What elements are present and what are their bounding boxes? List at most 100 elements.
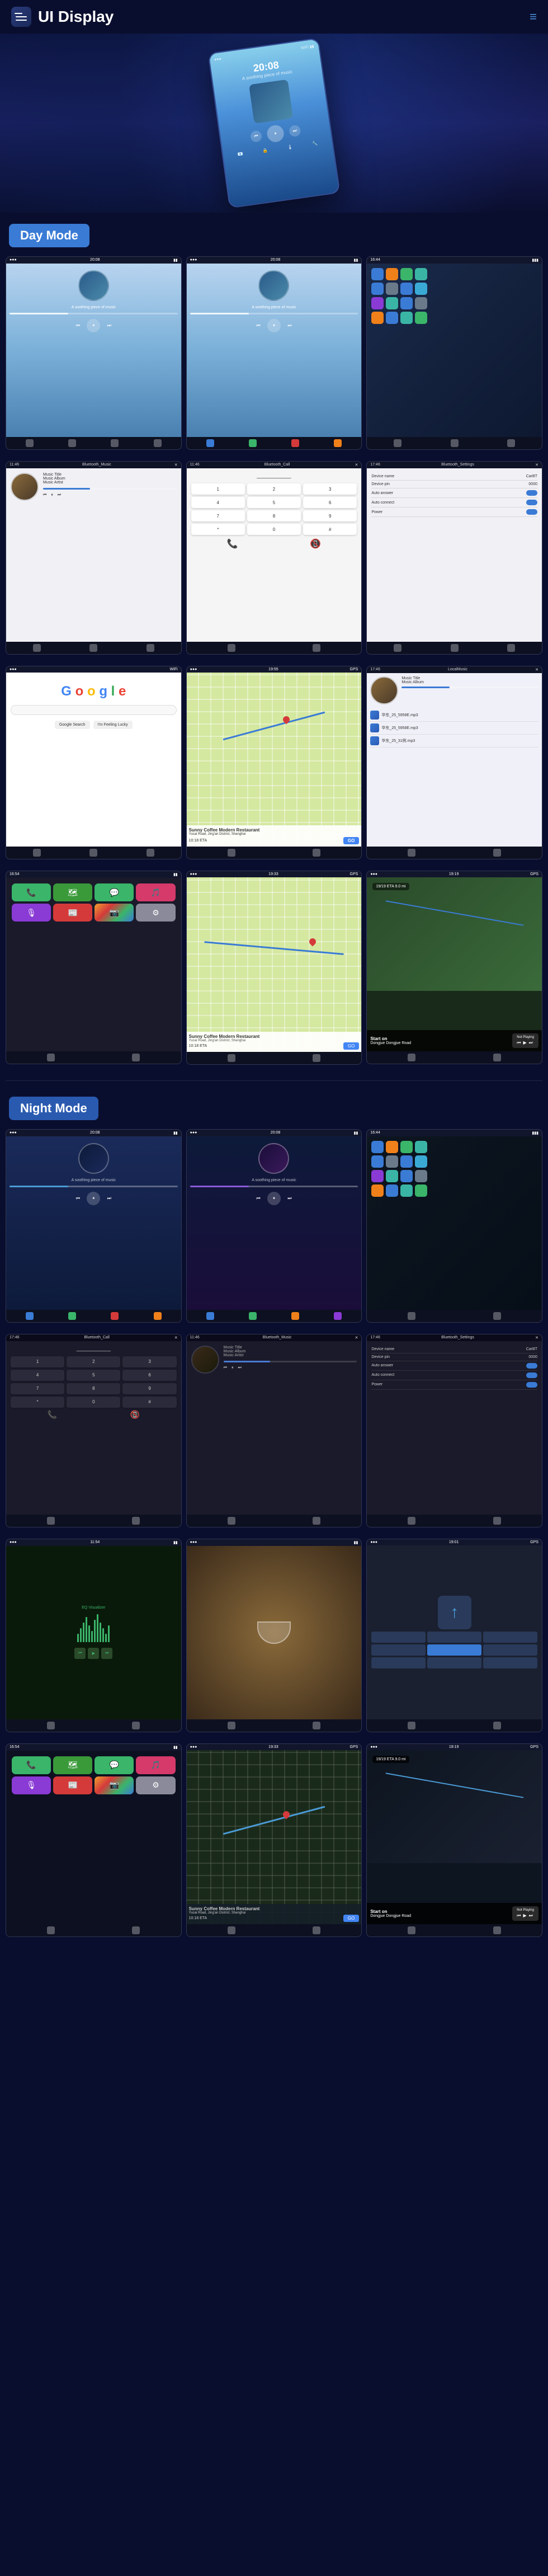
nav-icon-4[interactable] bbox=[154, 439, 162, 447]
app-icon-4[interactable] bbox=[415, 268, 427, 280]
night-power-toggle[interactable] bbox=[526, 1382, 537, 1388]
settings-bottom-2[interactable] bbox=[451, 644, 459, 652]
night-app-5[interactable] bbox=[371, 1155, 384, 1168]
google-bottom-1[interactable] bbox=[33, 849, 41, 857]
call-end-btn[interactable]: 📵 bbox=[310, 538, 321, 549]
key-7[interactable]: 7 bbox=[191, 510, 245, 521]
nav-menu-icon[interactable]: ≡ bbox=[530, 10, 537, 24]
night-app-8[interactable] bbox=[415, 1155, 427, 1168]
app-icon-11[interactable] bbox=[400, 297, 413, 309]
night-next-1[interactable]: ⏭ bbox=[105, 1194, 114, 1203]
prev-btn-2[interactable]: ⏮ bbox=[254, 321, 263, 330]
wave-next[interactable]: ⏭ bbox=[101, 1648, 112, 1659]
app-icon-3[interactable] bbox=[400, 268, 413, 280]
night-wave-nav-2[interactable] bbox=[132, 1722, 140, 1729]
nav-icon-1[interactable] bbox=[26, 439, 34, 447]
key-hash[interactable]: # bbox=[303, 524, 357, 535]
night-dir-nav-2[interactable] bbox=[493, 1722, 501, 1729]
nav-bottom-2[interactable] bbox=[493, 1054, 501, 1061]
night-nav-nav-2[interactable] bbox=[493, 1926, 501, 1934]
night-key-hash[interactable]: # bbox=[122, 1397, 176, 1408]
app-icon-7[interactable] bbox=[400, 283, 413, 295]
night-app-12[interactable] bbox=[415, 1170, 427, 1182]
file-item-2[interactable]: 华东_25_5958E.mp3 bbox=[370, 722, 538, 735]
night-go-btn[interactable]: GO bbox=[343, 1915, 359, 1922]
night-ios-messages[interactable]: 💬 bbox=[95, 1756, 134, 1774]
nav-icon-2[interactable] bbox=[68, 439, 76, 447]
play-btn-2[interactable]: ⏸ bbox=[267, 319, 281, 332]
night-app-2[interactable] bbox=[386, 1141, 398, 1153]
night-key-1[interactable]: 1 bbox=[11, 1356, 64, 1367]
ios-music-icon[interactable]: 🎵 bbox=[136, 883, 175, 901]
dir-cell-6[interactable] bbox=[483, 1644, 537, 1656]
ios-news-icon[interactable]: 📰 bbox=[53, 904, 92, 922]
night-prev-2[interactable]: ⏮ bbox=[254, 1194, 263, 1203]
night-progress-1[interactable] bbox=[10, 1186, 178, 1187]
feeling-lucky-btn[interactable]: I'm Feeling Lucky bbox=[93, 721, 133, 729]
night-ios-photos[interactable]: 📷 bbox=[95, 1776, 134, 1794]
night-key-2[interactable]: 2 bbox=[67, 1356, 120, 1367]
night-ios-news[interactable]: 📰 bbox=[53, 1776, 92, 1794]
key-0[interactable]: 0 bbox=[247, 524, 301, 535]
key-9[interactable]: 9 bbox=[303, 510, 357, 521]
menu-icon[interactable] bbox=[11, 7, 31, 27]
night-app-7[interactable] bbox=[400, 1155, 413, 1168]
ios-maps-icon[interactable]: 🗺 bbox=[53, 883, 92, 901]
power-toggle[interactable] bbox=[526, 509, 537, 515]
local-bottom-2[interactable] bbox=[493, 849, 501, 857]
map-rest-bottom-2[interactable] bbox=[313, 1054, 320, 1062]
night-key-3[interactable]: 3 bbox=[122, 1356, 176, 1367]
night-key-0[interactable]: 0 bbox=[67, 1397, 120, 1408]
bottom-icon-4[interactable] bbox=[334, 439, 342, 447]
dir-cell-2[interactable] bbox=[427, 1632, 481, 1643]
app-icon-14[interactable] bbox=[386, 312, 398, 324]
night-app-6[interactable] bbox=[386, 1155, 398, 1168]
google-bottom-3[interactable] bbox=[147, 849, 154, 857]
auto-connect-toggle[interactable] bbox=[526, 500, 537, 505]
night-key-8[interactable]: 8 bbox=[67, 1383, 120, 1394]
app-icon-16[interactable] bbox=[415, 312, 427, 324]
night-app-14[interactable] bbox=[386, 1184, 398, 1197]
dir-cell-8[interactable] bbox=[427, 1657, 481, 1668]
next-button[interactable]: ⏭ bbox=[289, 125, 301, 138]
night-settings-nav-1[interactable] bbox=[408, 1517, 415, 1525]
night-ios-podcast[interactable]: 🎙 bbox=[12, 1776, 51, 1794]
bottom-nav-2[interactable] bbox=[451, 439, 459, 447]
night-map-nav-2[interactable] bbox=[313, 1926, 320, 1934]
app-icon-9[interactable] bbox=[371, 297, 384, 309]
bt-progress[interactable] bbox=[43, 488, 177, 490]
ios-photos-icon[interactable]: 📷 bbox=[95, 904, 134, 922]
file-item-3[interactable]: 华东_25_31例.mp3 bbox=[370, 735, 538, 748]
night-wave-nav-1[interactable] bbox=[47, 1722, 55, 1729]
bt-bottom-2[interactable] bbox=[89, 644, 97, 652]
wave-prev[interactable]: ⏮ bbox=[74, 1648, 86, 1659]
night-auto-answer-toggle[interactable] bbox=[526, 1363, 537, 1369]
next-btn-2[interactable]: ⏭ bbox=[285, 321, 294, 330]
nav-next[interactable]: ⏭ bbox=[529, 1040, 533, 1046]
carplay-bottom-1[interactable] bbox=[47, 1054, 55, 1061]
night-nav-play[interactable]: ▶ bbox=[523, 1913, 527, 1919]
prev-button[interactable]: ⏮ bbox=[250, 130, 263, 143]
night-key-4[interactable]: 4 bbox=[11, 1370, 64, 1381]
night-app-10[interactable] bbox=[386, 1170, 398, 1182]
night-call-nav-1[interactable] bbox=[47, 1517, 55, 1525]
key-6[interactable]: 6 bbox=[303, 497, 357, 508]
key-4[interactable]: 4 bbox=[191, 497, 245, 508]
nav-prev[interactable]: ⏮ bbox=[517, 1040, 521, 1046]
next-btn[interactable]: ⏭ bbox=[105, 321, 114, 330]
night-nav-1[interactable] bbox=[26, 1312, 34, 1320]
night-ios-settings[interactable]: ⚙ bbox=[136, 1776, 175, 1794]
progress-bar[interactable] bbox=[10, 313, 178, 314]
night-progress-2[interactable] bbox=[190, 1186, 358, 1187]
night-key-9[interactable]: 9 bbox=[122, 1383, 176, 1394]
bt-bottom-1[interactable] bbox=[33, 644, 41, 652]
night-app-13[interactable] bbox=[371, 1184, 384, 1197]
ios-podcast-icon[interactable]: 🎙 bbox=[12, 904, 51, 922]
night-bt-progress[interactable] bbox=[224, 1361, 357, 1362]
file-item-1[interactable]: 华东_25_5958E.mp3 bbox=[370, 709, 538, 722]
night-app-1[interactable] bbox=[371, 1141, 384, 1153]
night-nav-8[interactable] bbox=[334, 1312, 342, 1320]
night-food-nav-2[interactable] bbox=[313, 1722, 320, 1729]
night-appgrid-nav-1[interactable] bbox=[408, 1312, 415, 1320]
night-map-nav-1[interactable] bbox=[228, 1926, 235, 1934]
